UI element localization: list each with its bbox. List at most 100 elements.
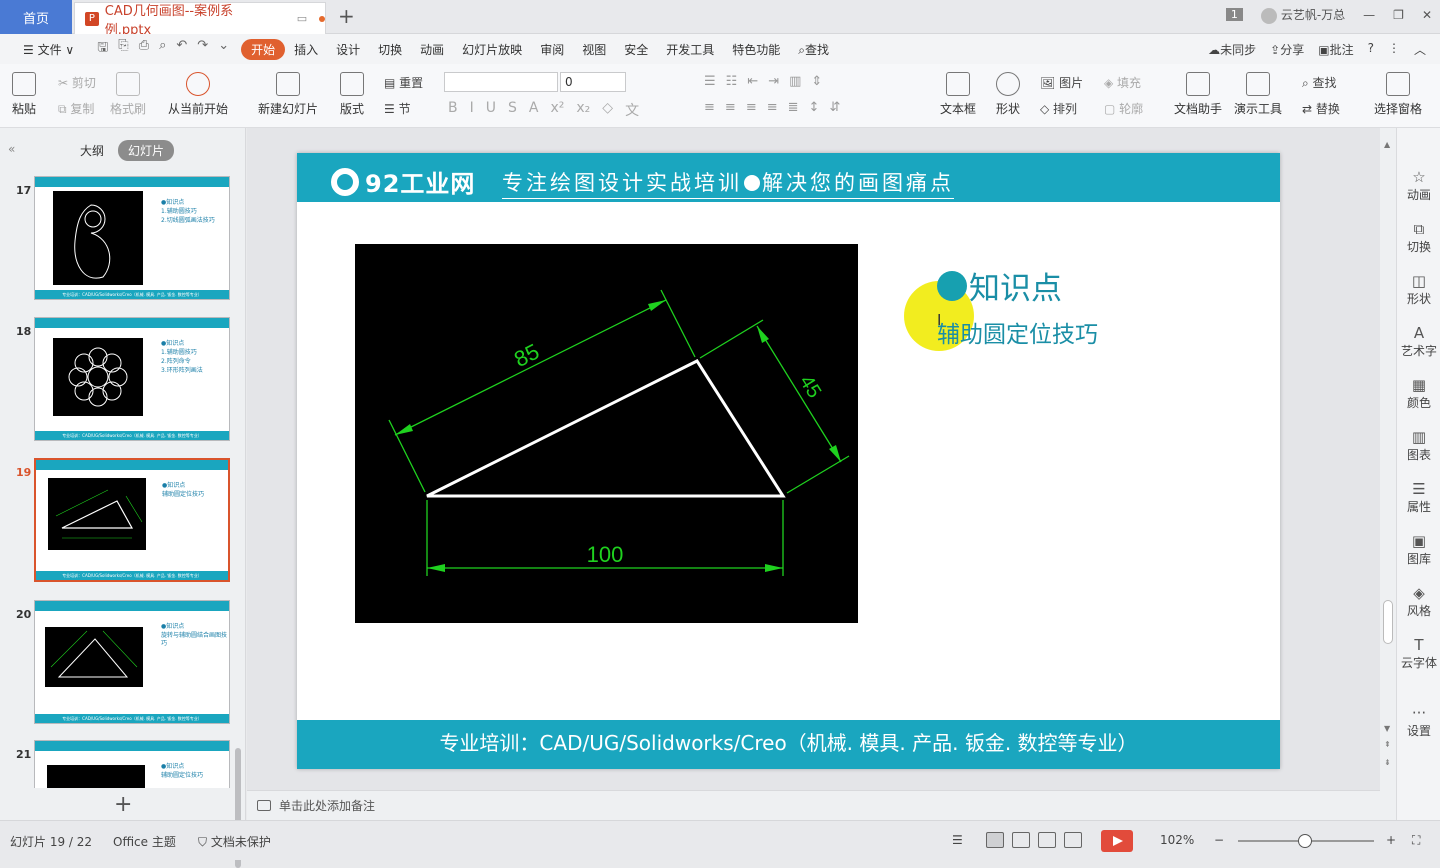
shape-pane-button[interactable]: ◫ 形状 <box>1397 272 1440 307</box>
line-spacing-icon[interactable]: ↕ <box>809 100 820 115</box>
arrange-button[interactable]: ◇ 排列 <box>1040 100 1077 117</box>
distribute-icon[interactable]: ≣ <box>788 100 799 115</box>
theme-name[interactable]: Office 主题 <box>113 833 176 850</box>
slide-thumbnail[interactable]: ●知识点 旋转与辅助圆结合画图技巧 专业培训：CAD/UG/Solidworks… <box>34 600 230 724</box>
preview-icon[interactable]: ⌕ <box>159 38 166 60</box>
tab-transition[interactable]: 切换 <box>369 41 411 58</box>
tab-view[interactable]: 视图 <box>573 41 615 58</box>
undo-icon[interactable]: ↶ <box>176 38 187 60</box>
collapse-panel-icon[interactable]: « <box>8 142 15 156</box>
paste-button[interactable]: 粘贴 <box>12 72 36 117</box>
slide-thumbnail[interactable]: ●知识点 1.辅助圆技巧 2.阵列命令 3.环形阵列画法 专业培训：CAD/UG… <box>34 317 230 441</box>
reading-view-button[interactable] <box>1038 832 1056 848</box>
document-protection[interactable]: ⛉ 文档未保护 <box>198 833 271 850</box>
tab-review[interactable]: 审阅 <box>531 41 573 58</box>
font-size-select[interactable]: 0 <box>560 72 626 92</box>
align-center-icon[interactable]: ≡ <box>725 100 736 115</box>
slide-thumbnail[interactable]: ●知识点 辅助圆定位技巧 <box>34 740 230 788</box>
customize-icon[interactable]: ⌄ <box>218 38 229 60</box>
font-color-icon[interactable]: A <box>529 100 539 120</box>
scroll-down-arrow[interactable]: ▼ <box>1384 724 1390 733</box>
comment-button[interactable]: ▣批注 <box>1318 41 1353 58</box>
slide-thumbnail-20[interactable]: 20 ●知识点 旋转与辅助圆结合画图技巧 专业培训：CAD/UG/Solidwo… <box>0 600 236 724</box>
slide-thumbnail-21[interactable]: 21 ●知识点 辅助圆定位技巧 <box>0 740 236 788</box>
share-button[interactable]: ⇪分享 <box>1270 41 1304 58</box>
tab-outline[interactable]: 大纲 <box>80 142 104 159</box>
knowledge-point-title[interactable]: 知识点 <box>937 263 1062 308</box>
number-list-icon[interactable]: ☷ <box>726 74 738 89</box>
doc-helper-button[interactable]: 文档助手 <box>1174 72 1222 117</box>
font-name-select[interactable] <box>444 72 558 92</box>
section-button[interactable]: ☰ 节 <box>384 100 411 117</box>
notes-bar[interactable]: 单击此处添加备注 <box>247 790 1380 820</box>
decrease-indent-icon[interactable]: ⇤ <box>747 74 758 89</box>
sync-button[interactable]: ☁未同步 <box>1208 41 1256 58</box>
tab-insert[interactable]: 插入 <box>285 41 327 58</box>
superscript-icon[interactable]: x² <box>550 100 564 120</box>
save-icon[interactable]: 🖫 <box>97 38 108 60</box>
justify-icon[interactable]: ≡ <box>767 100 778 115</box>
copy-button[interactable]: ⧉ 复制 <box>58 100 94 117</box>
properties-pane-button[interactable]: ☰ 属性 <box>1397 480 1440 515</box>
print-icon[interactable]: ⎙ <box>139 38 149 60</box>
bullet-list-icon[interactable]: ☰ <box>704 74 716 89</box>
color-pane-button[interactable]: ▦ 颜色 <box>1397 376 1440 411</box>
phonetic-icon[interactable]: 文 <box>625 100 639 120</box>
increase-indent-icon[interactable]: ⇥ <box>768 74 779 89</box>
wordart-pane-button[interactable]: A 艺术字 <box>1397 324 1440 359</box>
new-slide-button[interactable]: 新建幻灯片 <box>258 72 318 117</box>
file-menu[interactable]: ☰ 文件 ∨ <box>14 41 83 58</box>
strikethrough-icon[interactable]: S <box>508 100 517 120</box>
tab-animation[interactable]: 动画 <box>411 41 453 58</box>
transition-pane-button[interactable]: ⧉ 切换 <box>1397 220 1440 255</box>
textbox-button[interactable]: 文本框 <box>940 72 976 117</box>
zoom-level[interactable]: 102% <box>1160 833 1194 847</box>
selection-pane-button[interactable]: 选择窗格 <box>1374 72 1422 117</box>
minimize-button[interactable]: — <box>1363 8 1375 22</box>
zoom-out-button[interactable]: − <box>1214 833 1224 847</box>
fill-button[interactable]: ◈ 填充 <box>1104 74 1141 91</box>
scroll-up-arrow[interactable]: ▲ <box>1384 140 1390 149</box>
text-direction-icon[interactable]: ⇕ <box>811 74 822 89</box>
add-slide-button[interactable]: + <box>114 792 132 817</box>
picture-button[interactable]: 🖼 图片 <box>1040 74 1083 91</box>
tab-design[interactable]: 设计 <box>327 41 369 58</box>
format-painter-button[interactable]: 格式刷 <box>110 72 146 117</box>
tab-slideshow[interactable]: 幻灯片放映 <box>453 41 531 58</box>
prev-slide-arrow[interactable]: ⇞ <box>1384 740 1391 749</box>
settings-pane-button[interactable]: ··· 设置 <box>1397 704 1440 739</box>
tab-features[interactable]: 特色功能 <box>723 41 789 58</box>
find-button[interactable]: ⌕ 查找 <box>1302 74 1337 91</box>
slide-thumbnail[interactable]: ●知识点 1.辅助圆技巧 2.切线圆弧画法技巧 专业培训：CAD/UG/Soli… <box>34 176 230 300</box>
tab-home[interactable]: 开始 <box>241 38 286 60</box>
tab-security[interactable]: 安全 <box>615 41 657 58</box>
paragraph-spacing-icon[interactable]: ⇵ <box>829 100 840 115</box>
current-slide[interactable]: 92工业网 专注绘图设计实战培训 解决您的画图痛点 100 85 45 知识点 … <box>297 153 1280 769</box>
align-left-icon[interactable]: ≡ <box>704 100 715 115</box>
italic-icon[interactable]: I <box>470 100 474 120</box>
animation-pane-button[interactable]: ☆ 动画 <box>1397 168 1440 203</box>
redo-icon[interactable]: ↷ <box>197 38 208 60</box>
knowledge-point-item[interactable]: 辅助圆定位技巧 <box>937 315 1098 349</box>
presentation-tools-button[interactable]: 演示工具 <box>1234 72 1282 117</box>
outline-button[interactable]: ▢ 轮廓 <box>1104 100 1143 117</box>
normal-view-button[interactable] <box>986 832 1004 848</box>
slideshow-play-button[interactable] <box>1101 830 1133 852</box>
from-current-button[interactable]: 从当前开始 <box>168 72 228 117</box>
scrollbar-thumb[interactable] <box>1383 600 1393 644</box>
slide-thumbnail-18[interactable]: 18 ●知识点 1.辅助圆技巧 2.阵列命令 3.环形阵列画法 专业培训：CAD… <box>0 317 236 441</box>
bold-icon[interactable]: B <box>448 100 458 120</box>
window-count-badge[interactable]: 1 <box>1225 8 1243 22</box>
close-button[interactable]: ✕ <box>1422 8 1432 22</box>
clear-format-icon[interactable]: ◇ <box>602 100 613 120</box>
document-tab[interactable]: P CAD几何画图--案例系例.pptx ▭ <box>74 2 326 38</box>
slide-thumbnail-17[interactable]: 17 ●知识点 1.辅助圆技巧 2.切线圆弧画法技巧 专业培训：CAD/UG/S… <box>0 176 236 300</box>
tab-slides[interactable]: 幻灯片 <box>118 140 175 161</box>
tab-developer[interactable]: 开发工具 <box>657 41 723 58</box>
monitor-icon[interactable]: ▭ <box>297 12 307 25</box>
gallery-pane-button[interactable]: ▣ 图库 <box>1397 532 1440 567</box>
cloud-font-pane-button[interactable]: T 云字体 <box>1397 636 1440 671</box>
presenter-view-button[interactable] <box>1064 832 1082 848</box>
slide-sorter-button[interactable] <box>1012 832 1030 848</box>
export-icon[interactable]: ⎘ <box>118 38 128 60</box>
